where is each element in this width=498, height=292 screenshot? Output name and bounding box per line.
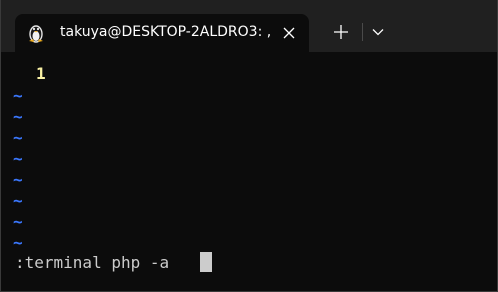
empty-line-marker: ~: [13, 128, 23, 147]
tab-title: takuya@DESKTOP-2ALDRO3: ,: [60, 24, 272, 40]
terminal-content[interactable]: 1 ~ ~ ~ ~ ~ ~ ~ ~ :terminal php -a: [1, 52, 497, 291]
empty-line-marker: ~: [13, 86, 23, 105]
terminal-tab[interactable]: takuya@DESKTOP-2ALDRO3: ,: [15, 14, 309, 52]
tab-dropdown-button[interactable]: [363, 18, 393, 46]
chevron-down-icon: [372, 29, 384, 36]
linux-penguin-icon: [27, 23, 45, 43]
terminal-window: takuya@DESKTOP-2ALDRO3: , 1 ~ ~ ~ ~ ~ ~ …: [0, 0, 498, 292]
command-line[interactable]: :terminal php -a: [15, 253, 179, 272]
empty-line-marker: ~: [13, 107, 23, 126]
empty-line-marker: ~: [13, 149, 23, 168]
empty-line-marker: ~: [13, 191, 23, 210]
empty-line-markers: ~ ~ ~ ~ ~ ~ ~ ~: [13, 85, 23, 253]
line-number: 1: [36, 64, 46, 83]
close-icon[interactable]: [280, 24, 298, 42]
new-tab-button[interactable]: [321, 18, 361, 46]
empty-line-marker: ~: [13, 233, 23, 252]
text-cursor: [200, 252, 212, 272]
empty-line-marker: ~: [13, 170, 23, 189]
empty-line-marker: ~: [13, 212, 23, 231]
title-bar: takuya@DESKTOP-2ALDRO3: ,: [1, 0, 497, 52]
plus-icon: [334, 25, 348, 39]
